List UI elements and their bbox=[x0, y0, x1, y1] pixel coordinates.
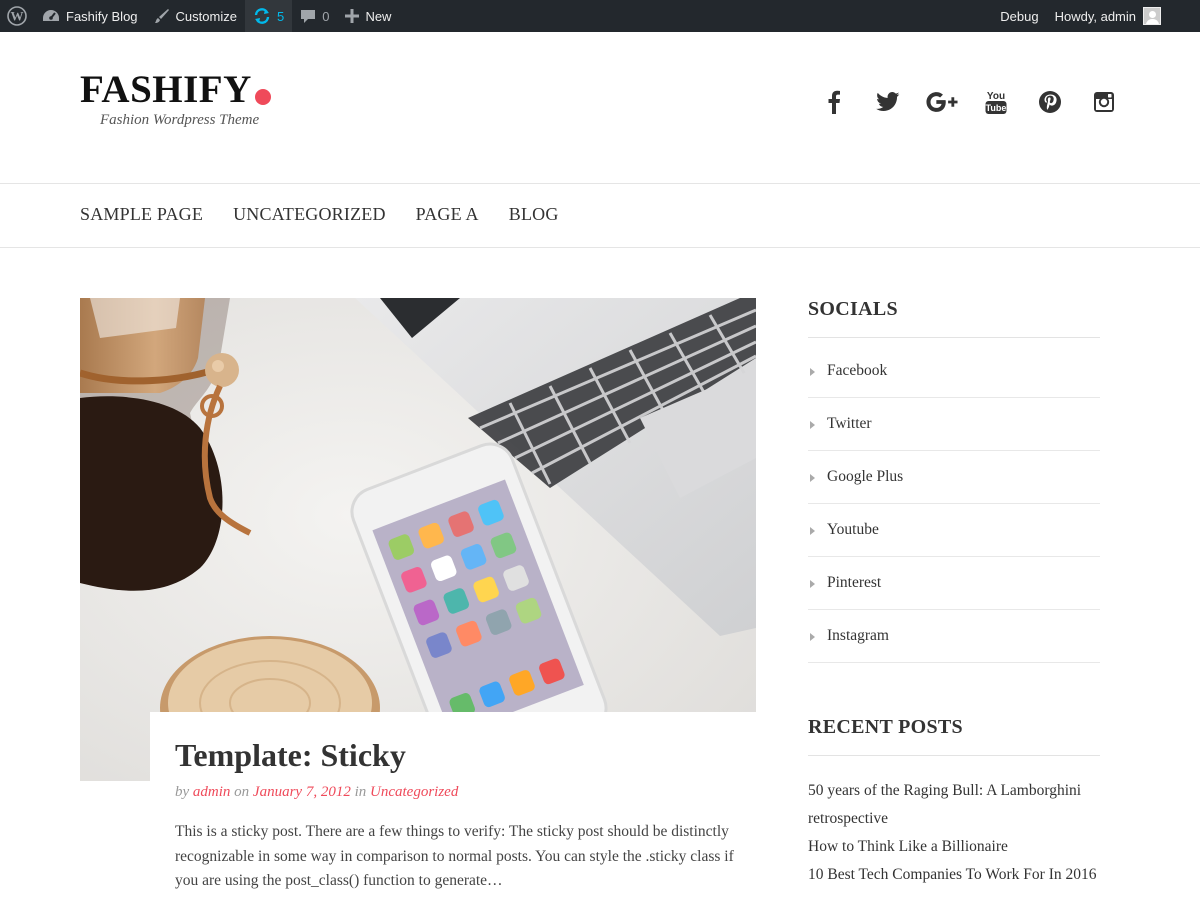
caret-right-icon bbox=[810, 421, 815, 429]
updates-link[interactable]: 5 bbox=[244, 0, 293, 32]
nav-item-uncategorized[interactable]: UNCATEGORIZED bbox=[233, 204, 386, 225]
nav-item-sample-page[interactable]: SAMPLE PAGE bbox=[80, 204, 203, 225]
post-category-link[interactable]: Uncategorized bbox=[370, 784, 458, 800]
debug-menu[interactable]: Debug bbox=[992, 0, 1046, 32]
post-meta: by admin on January 7, 2012 in Uncategor… bbox=[175, 784, 458, 801]
plus-icon bbox=[345, 9, 360, 23]
site-tagline: Fashion Wordpress Theme bbox=[100, 112, 260, 128]
wordpress-icon: W bbox=[7, 6, 27, 26]
updates-icon bbox=[253, 8, 271, 24]
recent-posts-list: 50 years of the Raging Bull: A Lamborghi… bbox=[808, 777, 1100, 889]
social-link-pinterest[interactable]: Pinterest bbox=[827, 574, 881, 592]
admin-bar: W Fashify Blog Customize 5 0 New Debug H… bbox=[0, 0, 1200, 32]
howdy-label: Howdy, admin bbox=[1054, 8, 1136, 24]
featured-image[interactable] bbox=[80, 298, 756, 781]
instagram-icon[interactable] bbox=[1088, 86, 1120, 118]
updates-count: 5 bbox=[276, 8, 285, 24]
post-date-link[interactable]: January 7, 2012 bbox=[253, 784, 351, 800]
site-name-menu[interactable]: Fashify Blog bbox=[34, 0, 146, 32]
post-title[interactable]: Template: Sticky bbox=[175, 737, 406, 774]
social-link-instagram[interactable]: Instagram bbox=[827, 627, 889, 645]
comment-icon bbox=[300, 8, 316, 24]
caret-right-icon bbox=[810, 368, 815, 376]
social-link-facebook[interactable]: Facebook bbox=[827, 362, 887, 380]
socials-widget-rule bbox=[808, 337, 1100, 338]
socials-list: Facebook Twitter Google Plus Youtube Pin… bbox=[808, 345, 1100, 663]
post-author-link[interactable]: admin bbox=[193, 784, 231, 800]
social-link-twitter[interactable]: Twitter bbox=[827, 415, 872, 433]
avatar bbox=[1143, 7, 1161, 25]
list-item[interactable]: Facebook bbox=[808, 345, 1100, 398]
wordpress-menu[interactable]: W bbox=[0, 0, 34, 32]
list-item[interactable]: Google Plus bbox=[808, 451, 1100, 504]
meta-in: in bbox=[354, 784, 367, 800]
list-item[interactable]: Instagram bbox=[808, 610, 1100, 663]
customize-label: Customize bbox=[175, 8, 237, 24]
google-plus-icon[interactable] bbox=[926, 86, 958, 118]
meta-by: by bbox=[175, 784, 190, 800]
social-link-google-plus[interactable]: Google Plus bbox=[827, 468, 903, 486]
svg-text:You: You bbox=[987, 91, 1005, 102]
recent-posts-widget-title: RECENT POSTS bbox=[808, 716, 963, 738]
youtube-icon[interactable]: You Tube bbox=[980, 86, 1012, 118]
nav-item-blog[interactable]: BLOG bbox=[509, 204, 559, 225]
caret-right-icon bbox=[810, 580, 815, 588]
comments-count: 0 bbox=[322, 8, 330, 24]
meta-on: on bbox=[234, 784, 250, 800]
recent-posts-widget-rule bbox=[808, 755, 1100, 756]
socials-widget-title: SOCIALS bbox=[808, 298, 898, 320]
new-label: New bbox=[365, 8, 392, 24]
my-account-menu[interactable]: Howdy, admin bbox=[1047, 0, 1200, 32]
social-link-youtube[interactable]: Youtube bbox=[827, 521, 879, 539]
logo-dot bbox=[254, 89, 271, 105]
new-content-menu[interactable]: New bbox=[337, 0, 399, 32]
brush-icon bbox=[154, 8, 170, 24]
site-name: Fashify Blog bbox=[66, 8, 138, 24]
caret-right-icon bbox=[810, 633, 815, 641]
svg-text:Tube: Tube bbox=[986, 103, 1007, 113]
list-item[interactable]: Twitter bbox=[808, 398, 1100, 451]
caret-right-icon bbox=[810, 527, 815, 535]
dashboard-icon bbox=[42, 8, 60, 24]
header-divider bbox=[0, 183, 1200, 184]
list-item[interactable]: Pinterest bbox=[808, 557, 1100, 610]
twitter-icon[interactable] bbox=[872, 86, 904, 118]
site-title-text: FASHIFY bbox=[80, 68, 252, 111]
facebook-icon[interactable] bbox=[818, 86, 850, 118]
comments-link[interactable]: 0 bbox=[292, 0, 337, 32]
post-excerpt: This is a sticky post. There are a few t… bbox=[175, 823, 734, 889]
site-title[interactable]: FASHIFY bbox=[80, 70, 271, 109]
svg-text:W: W bbox=[11, 9, 24, 24]
nav-divider bbox=[0, 247, 1200, 248]
pinterest-icon[interactable] bbox=[1034, 86, 1066, 118]
list-item[interactable]: Youtube bbox=[808, 504, 1100, 557]
recent-post-link[interactable]: How to Think Like a Billionaire bbox=[808, 833, 1100, 861]
nav-item-page-a[interactable]: PAGE A bbox=[416, 204, 479, 225]
recent-post-link[interactable]: 10 Best Tech Companies To Work For In 20… bbox=[808, 861, 1100, 889]
recent-post-link[interactable]: 50 years of the Raging Bull: A Lamborghi… bbox=[808, 777, 1100, 833]
debug-label: Debug bbox=[1000, 8, 1039, 24]
customize-link[interactable]: Customize bbox=[146, 0, 245, 32]
main-navigation: SAMPLE PAGE UNCATEGORIZED PAGE A BLOG bbox=[80, 204, 589, 225]
caret-right-icon bbox=[810, 474, 815, 482]
header-social-icons: You Tube bbox=[796, 86, 1120, 118]
